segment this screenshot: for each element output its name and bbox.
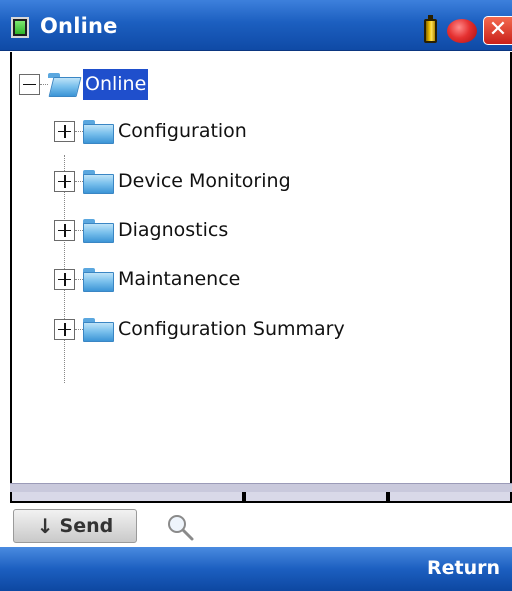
- window-title: Online: [40, 14, 118, 38]
- magnifier-icon[interactable]: [165, 512, 195, 542]
- tree-node-diagnostics[interactable]: Diagnostics: [54, 216, 228, 244]
- status-strip: [10, 483, 512, 503]
- bottom-bar: Return: [0, 547, 512, 591]
- app-icon: [11, 17, 29, 38]
- expand-icon[interactable]: [54, 170, 75, 192]
- record-icon[interactable]: [447, 19, 477, 43]
- folder-icon: [83, 120, 114, 144]
- tree-view[interactable]: Online Configuration Device Monitoring D…: [10, 52, 512, 483]
- down-arrow-icon: ↓: [36, 514, 54, 538]
- battery-icon: [424, 15, 437, 43]
- tree-node-label[interactable]: Online: [83, 68, 149, 100]
- title-bar: Online ✕: [0, 0, 512, 51]
- folder-open-icon: [48, 73, 77, 95]
- folder-icon: [83, 318, 114, 342]
- expand-icon[interactable]: [54, 120, 75, 142]
- folder-icon: [83, 170, 114, 194]
- expand-icon[interactable]: [54, 318, 75, 340]
- tree-node-label[interactable]: Device Monitoring: [118, 170, 291, 192]
- folder-icon: [83, 219, 114, 243]
- tree-node-online[interactable]: Online: [19, 68, 149, 100]
- tree-node-label[interactable]: Maintanence: [118, 268, 240, 290]
- send-button[interactable]: ↓ Send: [13, 509, 137, 543]
- tree-node-device-monitoring[interactable]: Device Monitoring: [54, 167, 291, 195]
- toolbar: ↓ Send: [0, 503, 512, 547]
- expand-icon[interactable]: [54, 268, 75, 290]
- tree-node-configuration-summary[interactable]: Configuration Summary: [54, 315, 345, 343]
- expand-icon[interactable]: [54, 219, 75, 241]
- tree-node-label[interactable]: Diagnostics: [118, 219, 228, 241]
- tree-node-label[interactable]: Configuration Summary: [118, 318, 345, 340]
- tree-node-label[interactable]: Configuration: [118, 120, 247, 142]
- close-icon[interactable]: ✕: [483, 16, 512, 45]
- send-label: Send: [59, 515, 114, 537]
- collapse-icon[interactable]: [19, 73, 40, 95]
- return-button[interactable]: Return: [427, 557, 500, 579]
- tree-node-maintanence[interactable]: Maintanence: [54, 265, 240, 293]
- tree-node-configuration[interactable]: Configuration: [54, 117, 247, 145]
- folder-icon: [83, 268, 114, 292]
